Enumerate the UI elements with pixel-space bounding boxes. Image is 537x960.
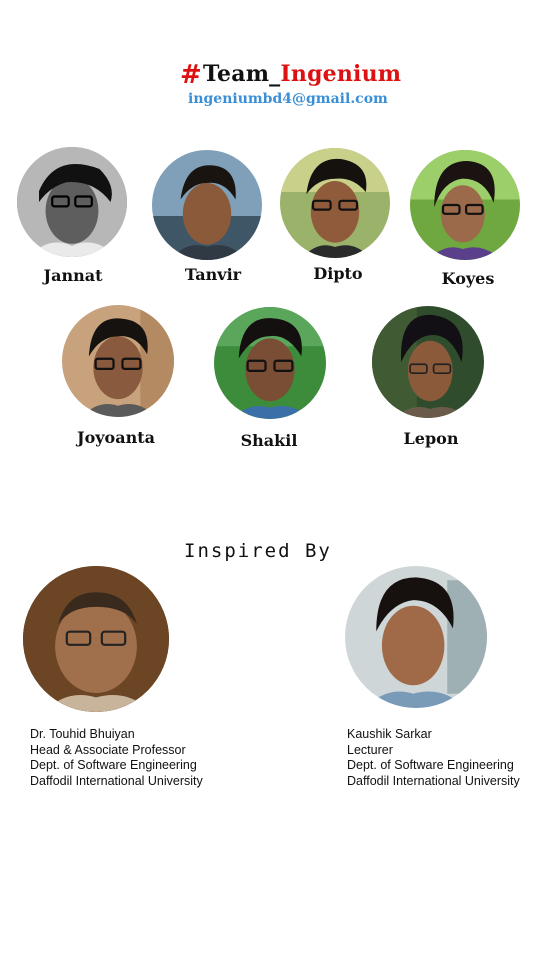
mentor-name: Dr. Touhid Bhuiyan: [30, 727, 135, 741]
avatar-jannat: [17, 147, 127, 257]
avatar-touhid-bhuiyan: [23, 566, 169, 712]
member-name: Joyoanta: [77, 428, 155, 447]
team-title: #Team_Ingenium: [180, 58, 402, 90]
avatar-shakil: [214, 307, 326, 419]
member-name: Dipto: [313, 264, 363, 283]
member-name: Jannat: [43, 266, 103, 285]
mentor-dept: Dept. of Software Engineering: [347, 758, 514, 772]
mentor-info-kaushik: Kaushik Sarkar Lecturer Dept. of Softwar…: [347, 727, 520, 789]
mentor-title: Head & Associate Professor: [30, 742, 186, 757]
avatar-koyes: [410, 150, 520, 260]
member-name: Tanvir: [184, 265, 242, 284]
team-name: Ingenium: [280, 61, 402, 87]
mentor-university: Daffodil International University: [30, 773, 203, 788]
member-name: Shakil: [240, 431, 298, 450]
team-email-link[interactable]: ingeniumbd4@gmail.com: [188, 91, 388, 107]
mentor-info-touhid: Dr. Touhid Bhuiyan Head & Associate Prof…: [30, 727, 203, 789]
mentor-name: Kaushik Sarkar: [347, 727, 432, 741]
inspired-by-heading: Inspired By: [184, 540, 332, 562]
member-name: Lepon: [403, 429, 459, 448]
mentor-title: Lecturer: [347, 742, 393, 757]
member-name: Koyes: [441, 269, 495, 288]
avatar-tanvir: [152, 150, 262, 260]
avatar-lepon: [372, 306, 484, 418]
mentor-dept: Dept. of Software Engineering: [30, 758, 197, 772]
avatar-kaushik-sarkar: [345, 566, 487, 708]
team-prefix: Team_: [203, 61, 281, 87]
hash-symbol: #: [180, 60, 202, 90]
mentor-university: Daffodil International University: [347, 773, 520, 788]
avatar-dipto: [280, 148, 390, 258]
avatar-joyoanta: [62, 305, 174, 417]
